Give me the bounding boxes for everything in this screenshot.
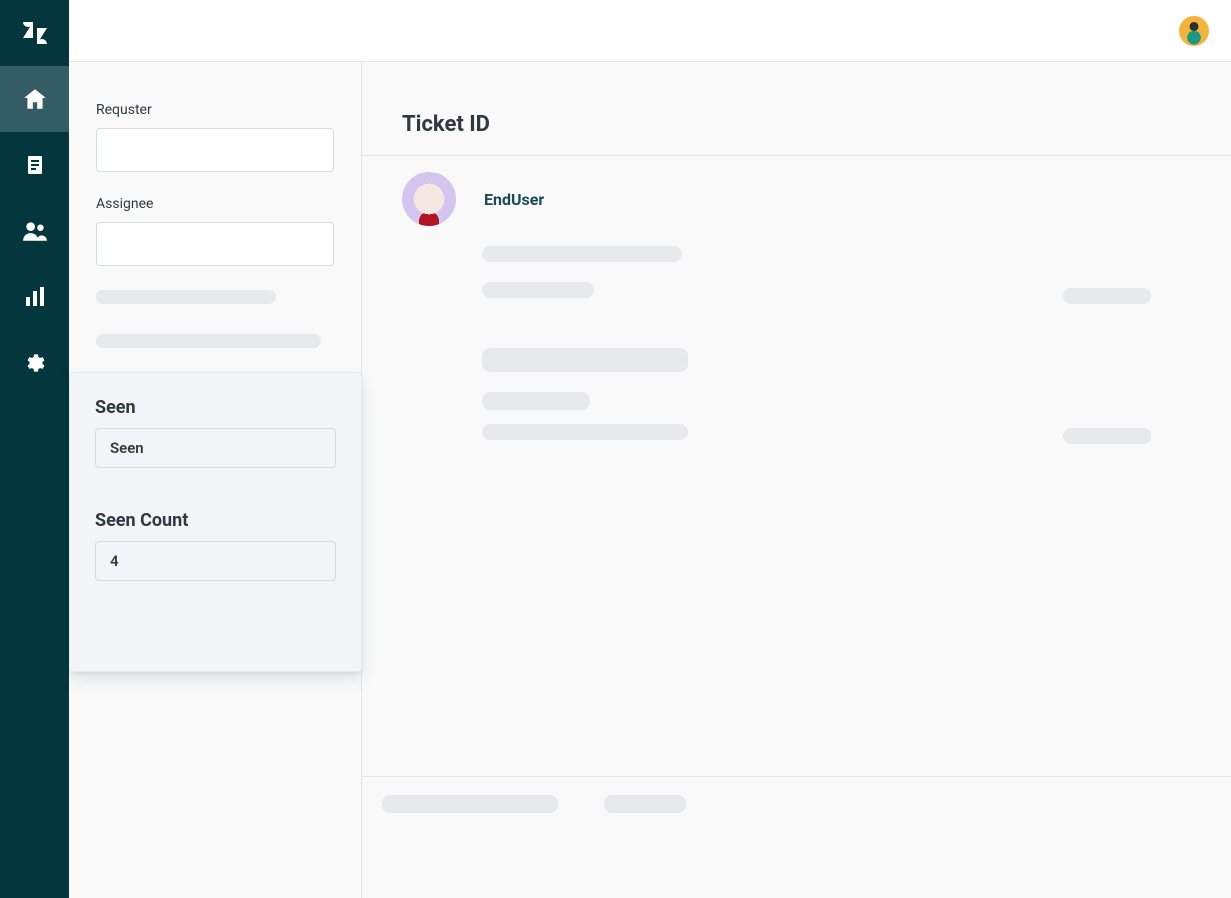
seen-count-value: 4: [110, 552, 119, 570]
skeleton-bar: [96, 334, 321, 348]
seen-count-label: Seen Count: [95, 510, 336, 531]
skeleton-bar: [1063, 288, 1151, 304]
seen-value-field[interactable]: Seen: [95, 428, 336, 468]
seen-count-field[interactable]: 4: [95, 541, 336, 581]
ticket-title: Ticket ID: [402, 112, 1231, 137]
topbar: [69, 0, 1231, 62]
user-avatar[interactable]: [1179, 16, 1209, 46]
skeleton-bar: [482, 282, 594, 298]
skeleton-bar: [482, 424, 688, 440]
nav-home[interactable]: [0, 66, 69, 132]
assignee-input[interactable]: [96, 222, 334, 266]
requester-input[interactable]: [96, 128, 334, 172]
seen-widget: Seen Seen Seen Count 4: [69, 372, 362, 672]
skeleton-bar: [604, 795, 686, 813]
nav-people[interactable]: [0, 198, 69, 264]
seen-label: Seen: [95, 397, 336, 418]
ticket-properties-panel: Requster Assignee Seen Seen: [69, 62, 362, 898]
requester-label: Requster: [96, 102, 334, 118]
skeleton-bar: [482, 246, 682, 262]
compose-area: [362, 776, 1231, 898]
skeleton-bar: [96, 290, 276, 304]
assignee-label: Assignee: [96, 196, 334, 212]
skeleton-bar: [1063, 428, 1151, 444]
ticket-panel: Ticket ID EndUser: [362, 62, 1231, 898]
skeleton-bar: [482, 392, 590, 410]
skeleton-bar: [482, 348, 688, 372]
enduser-avatar[interactable]: [402, 172, 456, 226]
skeleton-bar: [382, 795, 558, 813]
logo-icon: [0, 0, 69, 66]
nav-stats[interactable]: [0, 264, 69, 330]
nav-settings[interactable]: [0, 330, 69, 396]
nav-rail: [0, 0, 69, 898]
seen-value: Seen: [110, 439, 144, 457]
enduser-name: EndUser: [484, 190, 544, 209]
nav-document[interactable]: [0, 132, 69, 198]
